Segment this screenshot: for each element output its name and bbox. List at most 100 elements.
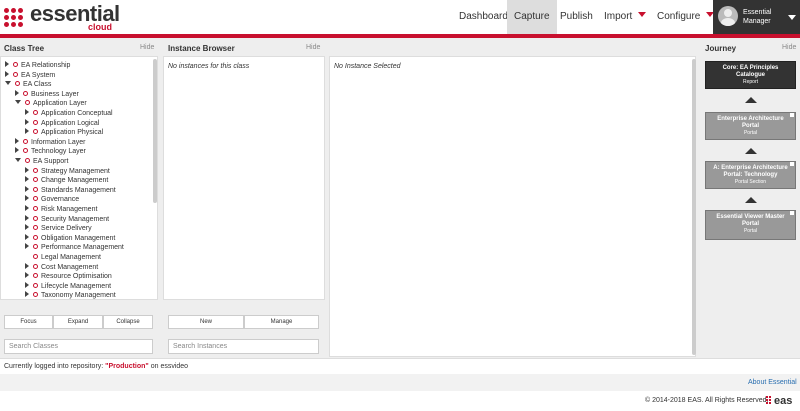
search-classes-input[interactable]: Search Classes <box>4 339 153 354</box>
focus-button[interactable]: Focus <box>4 315 53 329</box>
instance-browser-hide-link[interactable]: Hide <box>306 44 320 51</box>
caret-right-icon[interactable] <box>25 109 29 115</box>
manage-instances-button[interactable]: Manage <box>244 315 319 329</box>
search-instances-input[interactable]: Search Instances <box>168 339 319 354</box>
instance-editor-scrollbar[interactable] <box>692 59 696 355</box>
nav-dashboard-label: Dashboard <box>459 11 508 22</box>
new-instance-button[interactable]: New <box>168 315 244 329</box>
caret-right-icon[interactable] <box>25 233 29 240</box>
class-tree-panel: EA Relationship EA System EA Class Business… <box>0 56 158 300</box>
tree-item[interactable]: Security Management <box>25 214 110 225</box>
circle-icon <box>15 81 20 87</box>
journey-card-current[interactable]: Core: EA Principles Catalogue Report <box>705 61 796 89</box>
tree-item[interactable]: Application Layer <box>15 99 87 109</box>
journey-card[interactable]: A: Enterprise Architecture Portal: Techn… <box>705 161 796 189</box>
arrow-up-icon <box>745 97 757 103</box>
tree-item[interactable]: Cost Management <box>25 262 98 273</box>
nav-configure[interactable]: Configure <box>650 0 721 34</box>
caret-right-icon[interactable] <box>25 272 29 279</box>
user-menu[interactable]: Essential Manager <box>713 0 800 34</box>
user-name-line2: Manager <box>743 18 771 25</box>
tree-item-label: Application Layer <box>33 100 87 108</box>
no-instances-message: No instances for this class <box>168 63 250 70</box>
circle-icon <box>33 263 38 269</box>
caret-right-icon[interactable] <box>25 176 29 183</box>
tree-item[interactable]: Strategy Management <box>25 166 110 177</box>
tree-item[interactable]: EA Relationship <box>5 61 70 71</box>
tree-item[interactable]: Legal Management <box>25 253 101 263</box>
collapse-button[interactable]: Collapse <box>103 315 153 329</box>
circle-icon <box>33 234 38 240</box>
caret-down-icon[interactable] <box>5 81 11 86</box>
journey-card-title: Essential Viewer Master Portal <box>716 214 785 227</box>
tree-item[interactable]: Performance Management <box>25 243 124 253</box>
nav-dashboard[interactable]: Dashboard <box>452 0 515 34</box>
journey-title-text: Journey <box>705 44 737 53</box>
nav-publish[interactable]: Publish <box>553 0 600 34</box>
tree-item[interactable]: EA Support <box>15 157 68 167</box>
journey-card[interactable]: Essential Viewer Master Portal Portal <box>705 210 796 240</box>
caret-right-icon[interactable] <box>15 137 19 144</box>
close-icon[interactable] <box>790 162 794 166</box>
tree-item[interactable]: Technology Layer <box>15 147 86 157</box>
tree-item[interactable]: Lifecycle Management <box>25 281 111 292</box>
circle-icon <box>33 167 38 173</box>
tree-item[interactable]: Standards Management <box>25 185 116 196</box>
tree-item[interactable]: Taxonomy Management <box>25 291 116 301</box>
caret-right-icon[interactable] <box>5 70 9 77</box>
tree-item[interactable]: Resource Optimisation <box>25 272 112 282</box>
close-icon[interactable] <box>790 211 794 215</box>
tree-item[interactable]: Obligation Management <box>25 233 115 244</box>
tree-item[interactable]: Business Layer <box>15 89 79 100</box>
nav-import-label: Import <box>604 11 633 22</box>
caret-right-icon[interactable] <box>25 214 29 221</box>
circle-icon <box>33 110 38 115</box>
nav-capture-label: Capture <box>514 11 550 22</box>
caret-down-icon[interactable] <box>15 158 21 162</box>
tree-item[interactable]: Risk Management <box>25 205 97 215</box>
circle-icon <box>33 244 38 250</box>
tree-item[interactable]: Governance <box>25 195 79 205</box>
tree-item-label: Taxonomy Management <box>41 292 116 300</box>
essential-cloud-logo[interactable]: essential cloud <box>4 2 120 32</box>
class-tree-scrollbar[interactable] <box>153 59 157 203</box>
caret-right-icon[interactable] <box>25 118 29 125</box>
tree-item[interactable]: Application Physical <box>25 128 103 138</box>
caret-right-icon[interactable] <box>25 128 29 135</box>
tree-item[interactable]: Change Management <box>25 176 108 186</box>
caret-right-icon[interactable] <box>25 205 29 211</box>
tree-item[interactable]: Information Layer <box>15 137 85 148</box>
caret-right-icon[interactable] <box>25 185 29 192</box>
repository-name: "Production" <box>105 363 149 370</box>
class-tree-hide-link[interactable]: Hide <box>140 44 154 51</box>
nav-import[interactable]: Import <box>597 0 653 34</box>
caret-right-icon[interactable] <box>25 243 29 250</box>
caret-right-icon[interactable] <box>15 147 19 154</box>
caret-down-icon[interactable] <box>15 100 21 105</box>
tree-item[interactable]: Application Conceptual <box>25 109 113 119</box>
tree-item[interactable]: Application Logical <box>25 118 100 129</box>
nav-capture[interactable]: Capture <box>507 0 557 34</box>
tree-item[interactable]: Service Delivery <box>25 224 92 234</box>
caret-right-icon[interactable] <box>25 224 29 231</box>
caret-right-icon[interactable] <box>25 291 29 298</box>
caret-right-icon[interactable] <box>15 89 19 96</box>
tree-item-label: Application Logical <box>41 119 100 127</box>
circle-icon <box>25 100 30 106</box>
tree-item[interactable]: EA Class <box>5 80 51 90</box>
chevron-down-icon <box>788 15 796 20</box>
about-essential-link[interactable]: About Essential <box>748 379 797 386</box>
circle-icon <box>13 71 18 77</box>
caret-right-icon[interactable] <box>25 281 29 288</box>
close-icon[interactable] <box>790 113 794 117</box>
journey-card[interactable]: Enterprise Architecture Portal Portal <box>705 112 796 140</box>
caret-right-icon[interactable] <box>25 166 29 173</box>
journey-hide-link[interactable]: Hide <box>782 44 796 51</box>
caret-right-icon[interactable] <box>25 262 29 269</box>
caret-right-icon[interactable] <box>25 195 29 202</box>
tree-item-label: Security Management <box>41 215 110 223</box>
expand-button[interactable]: Expand <box>53 315 103 329</box>
tree-item[interactable]: EA System <box>5 70 55 81</box>
caret-right-icon[interactable] <box>5 61 9 67</box>
circle-icon <box>33 282 38 288</box>
